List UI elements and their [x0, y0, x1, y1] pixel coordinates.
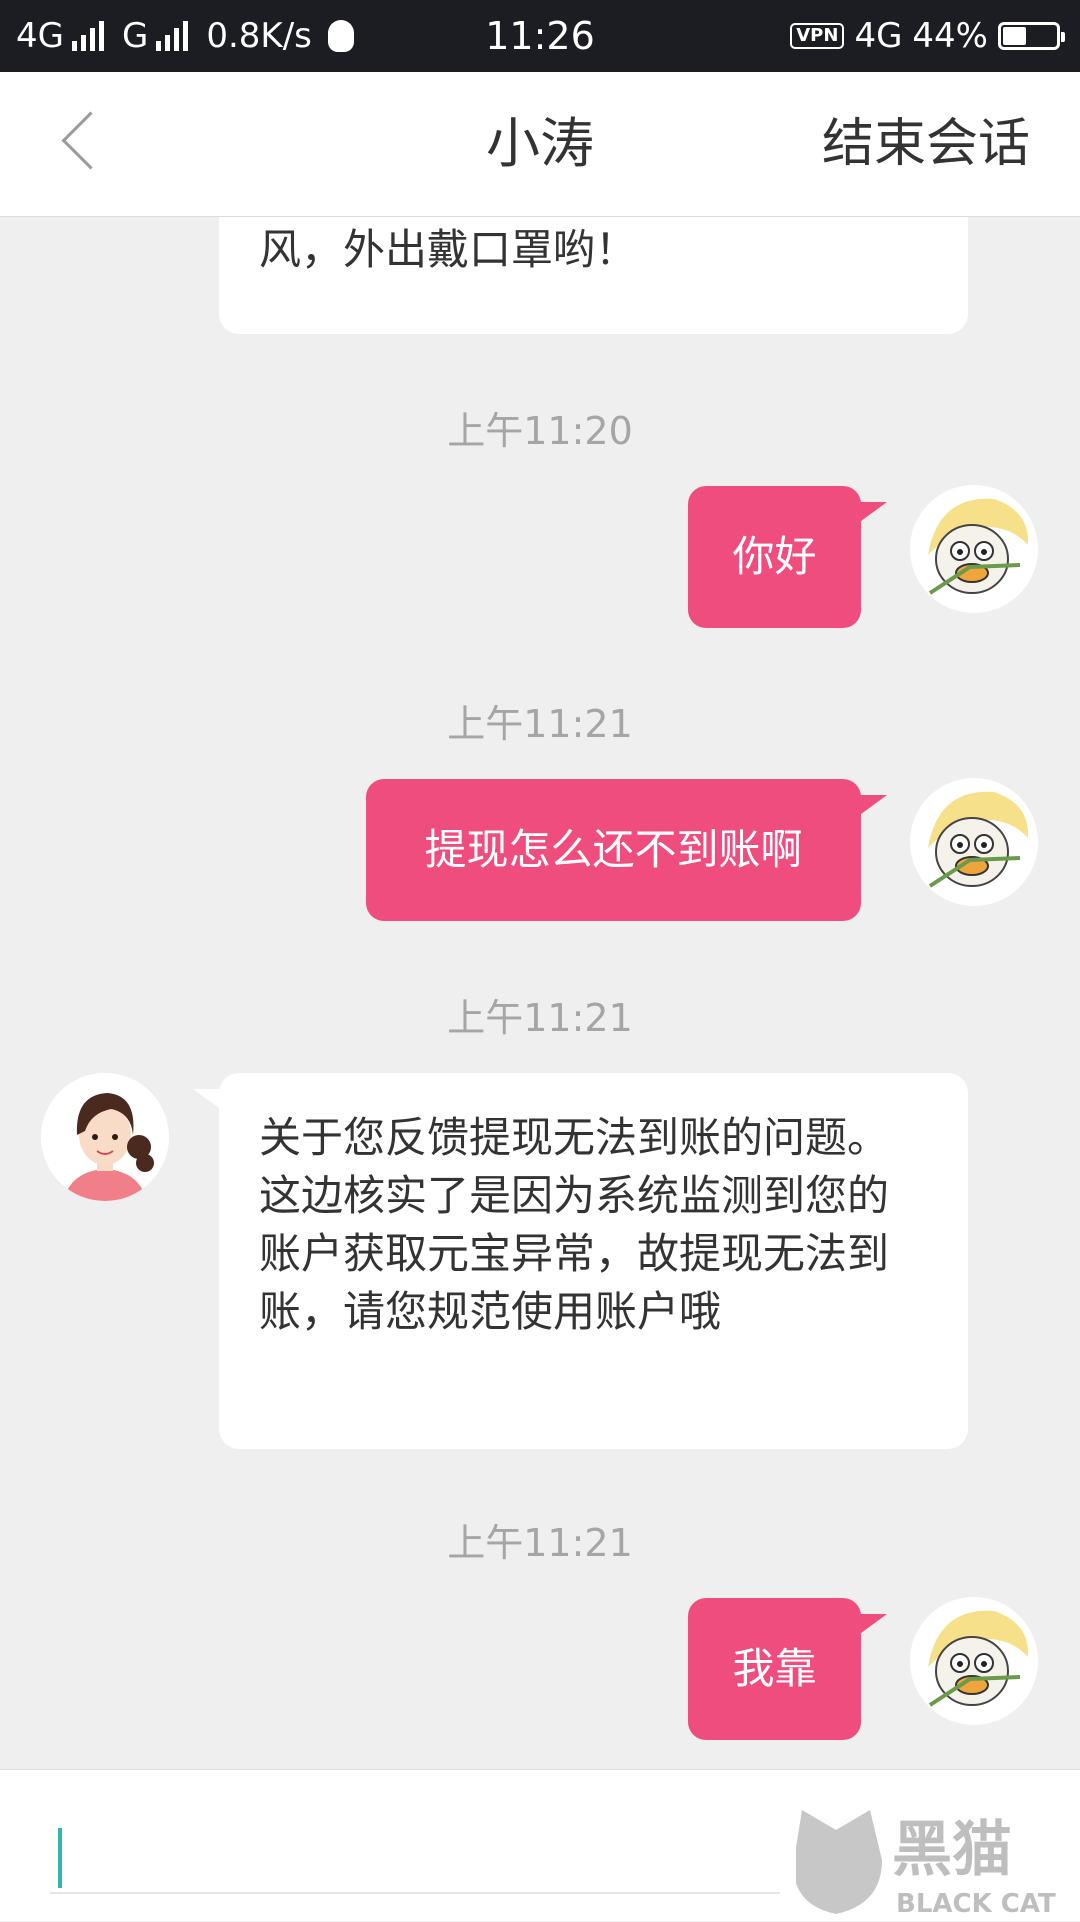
text-caret	[58, 1828, 62, 1888]
status-bar: 4G G 0.8K/s 11:26 VPN 4G 44%	[0, 0, 1080, 72]
battery-percent: 44%	[912, 16, 988, 56]
watermark-en: BLACK CAT	[896, 1889, 1056, 1918]
input-underline	[50, 1892, 780, 1894]
blackcat-watermark: 黑猫 BLACK CAT	[793, 1800, 1066, 1919]
input-bar: 黑猫 BLACK CAT	[0, 1769, 1080, 1921]
message-text-3: 我靠	[732, 1644, 817, 1693]
message-text-2: 提现怎么还不到账啊	[424, 825, 803, 874]
chat-header: 小涛 结束会话	[0, 72, 1080, 217]
timestamp-4: 上午11:21	[447, 1521, 633, 1565]
network-type-3: 4G	[854, 16, 903, 56]
status-right: VPN 4G 44%	[790, 14, 1065, 58]
vpn-badge: VPN	[790, 23, 845, 49]
duck-avatar-3[interactable]	[910, 1597, 1038, 1725]
message-bubble-in-reply: 关于您反馈提现无法到账的问题。这边核实了是因为系统监测到您的账户获取元宝异常，故…	[193, 1073, 968, 1449]
end-session-button[interactable]: 结束会话	[822, 72, 1030, 216]
timestamp-2: 上午11:21	[447, 702, 633, 746]
message-text-partial: 风，外出戴口罩哟！	[259, 225, 638, 274]
message-input[interactable]	[58, 1828, 862, 1890]
timestamp-3: 上午11:21	[447, 996, 633, 1040]
message-text-reply: 关于您反馈提现无法到账的问题。这边核实了是因为系统监测到您的账户获取元宝异常，故…	[259, 1113, 890, 1336]
duck-avatar-2[interactable]	[910, 778, 1038, 906]
timestamp-1: 上午11:20	[447, 409, 633, 453]
battery-icon	[998, 22, 1065, 50]
girl-avatar[interactable]	[41, 1073, 169, 1201]
watermark-cn: 黑猫	[892, 1815, 1012, 1885]
message-text-1: 你好	[732, 532, 817, 581]
duck-avatar[interactable]	[910, 485, 1038, 613]
message-bubble-out-1: 你好	[688, 486, 887, 628]
message-bubble-out-2: 提现怎么还不到账啊	[366, 779, 887, 921]
chat-list[interactable]: ■■■■■■■■■■■■■ 风，外出戴口罩哟！ 上午11:20 你好 上午11:…	[0, 217, 1080, 1769]
message-bubble-out-3: 我靠	[688, 1598, 887, 1740]
message-bubble-partial: ■■■■■■■■■■■■■ 风，外出戴口罩哟！	[219, 217, 968, 334]
